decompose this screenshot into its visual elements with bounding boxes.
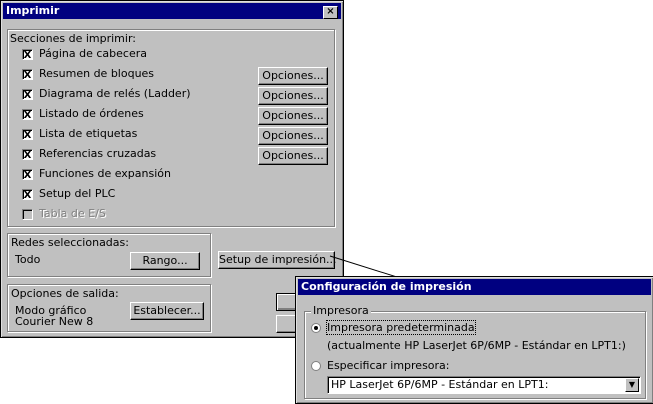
radio-specific-label: Especificar impresora: — [327, 359, 450, 372]
opciones-button-listado[interactable]: Opciones... — [258, 107, 328, 125]
section-label: Listado de órdenes — [39, 107, 144, 120]
checkbox-funciones-expansion[interactable]: X — [22, 168, 33, 181]
section-label: Funciones de expansión — [39, 167, 171, 180]
section-checkbox-row[interactable]: X Funciones de expansión — [22, 166, 171, 182]
section-checkbox-row[interactable]: X Setup del PLC — [22, 186, 115, 202]
sections-group-label: Secciones de imprimir: — [10, 32, 136, 45]
opciones-button-resumen[interactable]: Opciones... — [258, 67, 328, 85]
redes-value: Todo — [15, 253, 41, 266]
section-label: Resumen de bloques — [39, 67, 155, 80]
section-checkbox-row[interactable]: X Referencias cruzadas — [22, 146, 156, 162]
section-checkbox-row[interactable]: X Lista de etiquetas — [22, 126, 137, 142]
section-checkbox-row[interactable]: X Diagrama de relés (Ladder) — [22, 86, 191, 102]
section-checkbox-row[interactable]: X Listado de órdenes — [22, 106, 144, 122]
section-label: Setup del PLC — [39, 187, 116, 200]
imprimir-titlebar[interactable]: Imprimir × — [3, 3, 341, 19]
sections-group: Secciones de imprimir: X Página de cabece… — [7, 29, 335, 227]
config-title: Configuración de impresión — [301, 280, 472, 293]
radio-default-row[interactable]: Impresora predeterminada — [311, 320, 476, 336]
checkbox-setup-plc[interactable]: X — [22, 188, 33, 201]
salida-group: Opciones de salida: Modo gráfico Courier… — [7, 284, 211, 332]
redes-group: Redes seleccionadas: Todo Rango... — [7, 233, 211, 277]
imprimir-title: Imprimir — [6, 4, 60, 17]
section-label: Lista de etiquetas — [39, 127, 138, 140]
radio-default-printer[interactable] — [311, 323, 321, 333]
config-titlebar[interactable]: Configuración de impresión — [298, 279, 651, 295]
imprimir-dialog: Imprimir × Secciones de imprimir: X Págin… — [0, 0, 344, 338]
setup-impresion-button[interactable]: Setup de impresión... — [218, 251, 337, 269]
close-icon[interactable]: × — [323, 6, 338, 19]
impresora-group: Impresora Impresora predeterminada (actu… — [304, 304, 646, 399]
radio-default-label: Impresora predeterminada — [326, 320, 476, 335]
opciones-button-diagrama[interactable]: Opciones... — [258, 87, 328, 105]
section-checkbox-row: Tabla de E/S — [22, 206, 106, 222]
checkbox-referencias-cruzadas[interactable]: X — [22, 148, 33, 161]
establecer-button[interactable]: Establecer... — [130, 302, 204, 320]
section-label: Página de cabecera — [39, 47, 147, 60]
impresora-group-label: Impresora — [311, 304, 371, 317]
section-checkbox-row[interactable]: X Resumen de bloques — [22, 66, 154, 82]
chevron-down-icon[interactable]: ▼ — [625, 378, 639, 392]
checkbox-tabla-es — [22, 208, 33, 220]
section-label: Referencias cruzadas — [39, 147, 157, 160]
rango-button[interactable]: Rango... — [130, 252, 200, 270]
default-printer-detail: (actualmente HP LaserJet 6P/6MP - Estánd… — [327, 339, 626, 352]
checkbox-pagina-cabecera[interactable]: X — [22, 48, 33, 61]
printer-select-value: HP LaserJet 6P/6MP - Estándar en LPT1: — [331, 378, 549, 391]
salida-label: Opciones de salida: — [11, 287, 119, 300]
section-label: Diagrama de relés (Ladder) — [39, 87, 191, 100]
checkbox-lista-etiquetas[interactable]: X — [22, 128, 33, 141]
redes-label: Redes seleccionadas: — [11, 236, 129, 249]
opciones-button-referencias[interactable]: Opciones... — [258, 147, 328, 165]
font-value: Courier New 8 — [15, 315, 94, 328]
checkbox-resumen-bloques[interactable]: X — [22, 68, 33, 81]
radio-specific-row[interactable]: Especificar impresora: — [311, 358, 450, 374]
config-dialog: Configuración de impresión Impresora Imp… — [295, 276, 653, 404]
checkbox-diagrama-reles[interactable]: X — [22, 88, 33, 101]
opciones-button-etiquetas[interactable]: Opciones... — [258, 127, 328, 145]
printer-select[interactable]: HP LaserJet 6P/6MP - Estándar en LPT1: ▼ — [327, 376, 641, 394]
checkbox-listado-ordenes[interactable]: X — [22, 108, 33, 121]
section-label: Tabla de E/S — [39, 207, 106, 220]
radio-specific-printer[interactable] — [311, 361, 321, 371]
section-checkbox-row[interactable]: X Página de cabecera — [22, 46, 147, 62]
